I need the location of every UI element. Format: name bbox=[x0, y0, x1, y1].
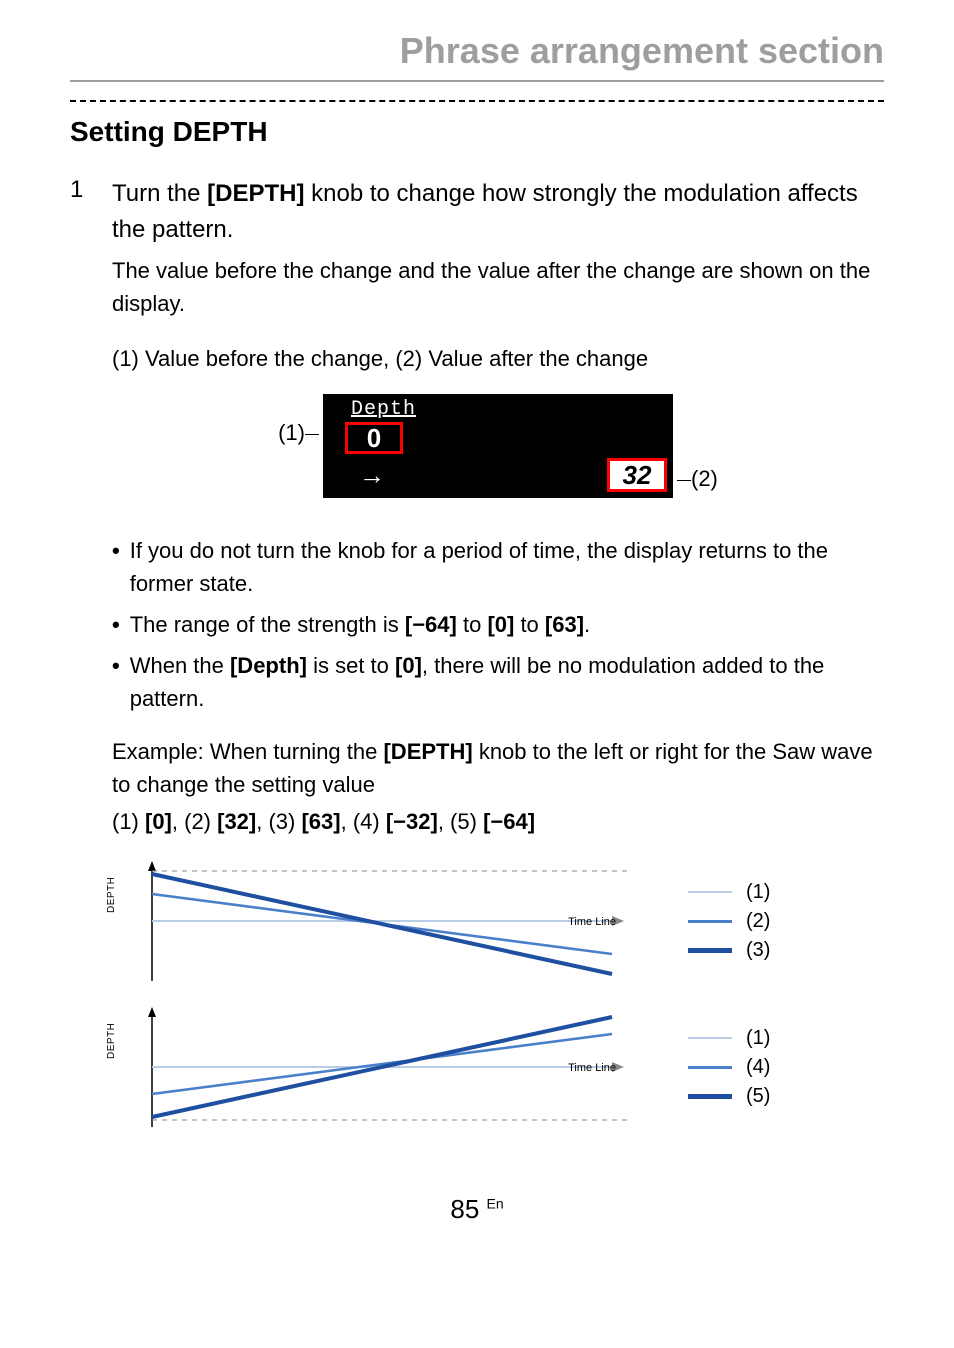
y-axis-label: DEPTH bbox=[106, 1023, 117, 1059]
section-title: Setting DEPTH bbox=[70, 116, 884, 148]
line-swatch-icon bbox=[688, 1066, 732, 1069]
callout-2: (2) bbox=[677, 466, 718, 492]
graph-canvas: DEPTH Time Line bbox=[112, 856, 672, 986]
legend-label: (1) bbox=[746, 881, 770, 904]
line-swatch-icon bbox=[688, 920, 732, 923]
graph-positive: DEPTH Time Line bbox=[112, 856, 884, 986]
note-item: The range of the strength is [−64] to [0… bbox=[112, 608, 884, 641]
display-value-after: 32 bbox=[607, 458, 667, 492]
legend-label: (4) bbox=[746, 1056, 770, 1079]
page-footer: 85 En bbox=[70, 1194, 884, 1225]
legend: (1) (2) (3) bbox=[688, 875, 884, 968]
display-value-before: 0 bbox=[345, 422, 403, 454]
callout-1-label: (1) bbox=[278, 420, 305, 445]
display-figure: (1) Depth 0 → 32 (2) bbox=[112, 394, 884, 498]
legend-item: (3) bbox=[688, 939, 884, 962]
step-lead: Turn the [DEPTH] knob to change how stro… bbox=[112, 176, 884, 248]
knob-ref: [DEPTH] bbox=[207, 180, 304, 207]
x-axis-label: Time Line bbox=[568, 1062, 616, 1074]
text: Turn the bbox=[112, 180, 207, 207]
legend-item: (2) bbox=[688, 910, 884, 933]
page-lang: En bbox=[487, 1195, 504, 1211]
chapter-title: Phrase arrangement section bbox=[70, 30, 884, 82]
graph-canvas: DEPTH Time Line bbox=[112, 1002, 672, 1132]
legend-label: (5) bbox=[746, 1085, 770, 1108]
legend-label: (1) bbox=[746, 1027, 770, 1050]
callout-2-label: (2) bbox=[691, 466, 718, 491]
text: When the [Depth] is set to [0], there wi… bbox=[130, 649, 884, 715]
legend-item: (4) bbox=[688, 1056, 884, 1079]
step-number: 1 bbox=[70, 176, 88, 1148]
example-graphs: DEPTH Time Line bbox=[112, 856, 884, 1132]
example-values: (1) [0], (2) [32], (3) [63], (4) [−32], … bbox=[112, 805, 884, 838]
legend-item: (5) bbox=[688, 1085, 884, 1108]
page-number: 85 bbox=[450, 1194, 479, 1224]
legend-label: (3) bbox=[746, 939, 770, 962]
section-divider bbox=[70, 100, 884, 102]
line-swatch-icon bbox=[688, 1037, 732, 1039]
text: The range of the strength is [−64] to [0… bbox=[130, 608, 590, 641]
line-swatch-icon bbox=[688, 1094, 732, 1099]
x-axis-label: Time Line bbox=[568, 916, 616, 928]
graph-negative: DEPTH Time Line bbox=[112, 1002, 884, 1132]
device-display: Depth 0 → 32 bbox=[323, 394, 673, 498]
note-item: When the [Depth] is set to [0], there wi… bbox=[112, 649, 884, 715]
example-intro: Example: When turning the [DEPTH] knob t… bbox=[112, 735, 884, 801]
step-1: 1 Turn the [DEPTH] knob to change how st… bbox=[70, 176, 884, 1148]
note-item: If you do not turn the knob for a period… bbox=[112, 534, 884, 600]
figure-caption: (1) Value before the change, (2) Value a… bbox=[112, 346, 884, 372]
display-param-label: Depth bbox=[351, 398, 416, 421]
y-axis-label: DEPTH bbox=[106, 877, 117, 913]
line-swatch-icon bbox=[688, 891, 732, 893]
legend-item: (1) bbox=[688, 881, 884, 904]
callout-1: (1) bbox=[278, 420, 319, 446]
step-note: The value before the change and the valu… bbox=[112, 254, 884, 320]
legend-label: (2) bbox=[746, 910, 770, 933]
legend: (1) (4) (5) bbox=[688, 1021, 884, 1114]
notes-list: If you do not turn the knob for a period… bbox=[112, 534, 884, 715]
arrow-right-icon: → bbox=[359, 460, 385, 491]
line-swatch-icon bbox=[688, 948, 732, 953]
legend-item: (1) bbox=[688, 1027, 884, 1050]
text: If you do not turn the knob for a period… bbox=[130, 534, 884, 600]
